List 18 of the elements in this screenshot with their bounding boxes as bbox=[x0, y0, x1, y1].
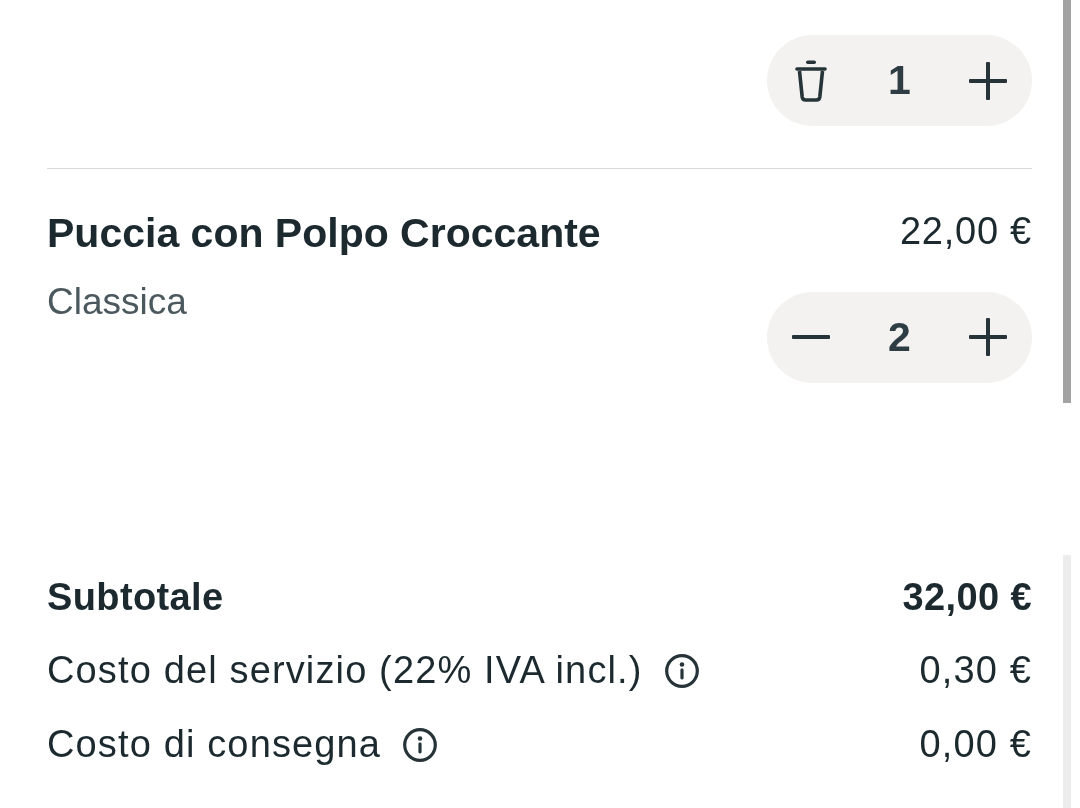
item-price: 22,00 € bbox=[899, 209, 1032, 254]
fee-label: Costo del servizio (22% IVA incl.) bbox=[47, 648, 643, 694]
plus-icon bbox=[968, 318, 1007, 357]
minus-icon bbox=[792, 335, 831, 340]
item-name: Puccia con Polpo Croccante bbox=[47, 209, 601, 258]
item-option: Classica bbox=[47, 280, 601, 325]
fee-amount: 0,00 € bbox=[919, 721, 1032, 767]
info-icon[interactable] bbox=[664, 654, 699, 688]
subtotal-label: Subtotale bbox=[47, 574, 224, 620]
info-icon[interactable] bbox=[403, 727, 438, 762]
fee-amount: 0,30 € bbox=[919, 648, 1032, 694]
fee-label: Costo di consegna bbox=[47, 721, 382, 767]
quantity-value: 1 bbox=[887, 55, 912, 105]
plus-icon bbox=[968, 61, 1007, 100]
trash-icon bbox=[795, 59, 828, 102]
scrollbar-thumb[interactable] bbox=[1063, 0, 1071, 403]
quantity-value: 2 bbox=[887, 312, 912, 362]
subtotal-amount: 32,00 € bbox=[902, 574, 1032, 620]
